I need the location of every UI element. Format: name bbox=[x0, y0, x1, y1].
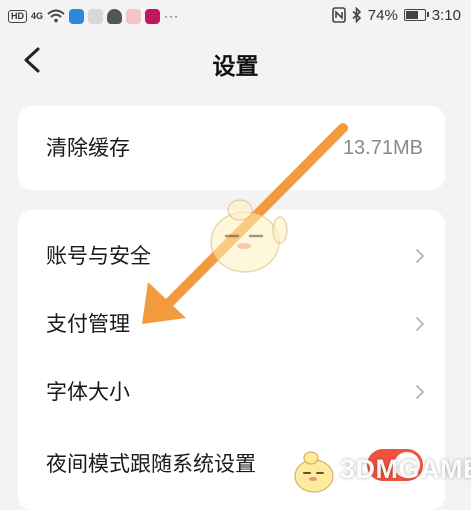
chevron-right-icon bbox=[416, 385, 424, 399]
settings-item-label: 账号与安全 bbox=[46, 244, 151, 268]
clear-cache-label: 清除缓存 bbox=[46, 136, 130, 160]
cat-app-icon bbox=[107, 8, 123, 24]
app-notification-icon bbox=[88, 8, 104, 24]
settings-item-payment-management[interactable]: 支付管理 bbox=[18, 290, 445, 358]
bluetooth-icon bbox=[352, 7, 361, 23]
clock: 3:10 bbox=[431, 6, 461, 24]
navigation-bar: 设置 bbox=[0, 34, 471, 86]
settings-item-font-size[interactable]: 字体大小 bbox=[18, 358, 445, 426]
cache-card: 清除缓存 13.71MB bbox=[18, 106, 445, 190]
envelope-icon bbox=[126, 8, 142, 24]
hd-badge: HD bbox=[8, 9, 27, 23]
settings-item-label: 夜间模式跟随系统设置 bbox=[46, 452, 256, 476]
settings-card: 账号与安全 支付管理 字体大小 夜间模式跟随系统设置 bbox=[18, 210, 445, 510]
clear-cache-row[interactable]: 清除缓存 13.71MB bbox=[18, 114, 445, 182]
wifi-icon bbox=[47, 9, 65, 23]
app-notification-icon bbox=[69, 8, 85, 24]
settings-item-account-security[interactable]: 账号与安全 bbox=[18, 222, 445, 290]
status-bar: HD 4G ··· 74% 3:10 bbox=[0, 0, 471, 32]
cellular-signal-icon: 4G bbox=[31, 11, 44, 21]
status-bar-left: HD 4G ··· bbox=[8, 7, 179, 25]
battery-icon bbox=[403, 9, 429, 21]
settings-item-label: 字体大小 bbox=[46, 380, 130, 404]
app-notification-icon bbox=[145, 8, 161, 24]
night-mode-toggle[interactable] bbox=[367, 449, 423, 481]
settings-item-label: 支付管理 bbox=[46, 312, 130, 336]
chevron-right-icon bbox=[416, 317, 424, 331]
chevron-right-icon bbox=[416, 249, 424, 263]
battery-percent: 74% bbox=[367, 6, 398, 24]
battery-fill bbox=[405, 11, 418, 19]
cache-size-value: 13.71MB bbox=[342, 137, 423, 159]
more-icon: ··· bbox=[164, 9, 180, 23]
page-title: 设置 bbox=[212, 54, 259, 80]
settings-item-night-mode: 夜间模式跟随系统设置 bbox=[18, 430, 445, 498]
toggle-knob bbox=[394, 452, 420, 478]
nfc-icon bbox=[331, 7, 346, 23]
status-bar-right: 74% 3:10 bbox=[331, 5, 461, 25]
